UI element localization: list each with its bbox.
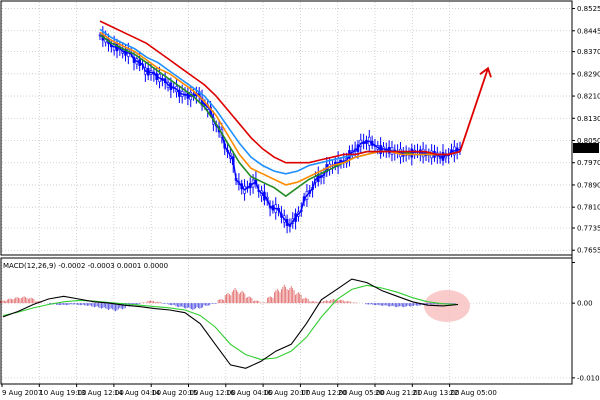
price-tick-label: 0.8130 xyxy=(577,115,600,123)
price-tick-label: 0.8445 xyxy=(577,27,600,35)
price-tick-label: 0.7810 xyxy=(577,204,600,212)
price-tick-label: 0.7735 xyxy=(577,225,600,233)
price-tick-label: 0.8525 xyxy=(577,5,600,13)
forex-chart: 0.8525 0.8445 0.8370 0.8290 0.8210 0.8130 0.80… xyxy=(0,0,600,397)
price-tick-label: 0.8370 xyxy=(577,48,600,56)
price-tick-label: 0.7655 xyxy=(577,247,600,255)
current-price-label: 0.8026 xyxy=(574,145,599,153)
price-tick-label: 0.7970 xyxy=(577,159,600,167)
price-tick-label: 0.7890 xyxy=(577,181,600,189)
macd-tick-label: -0.0109 xyxy=(577,374,600,382)
price-panel: 0.8525 0.8445 0.8370 0.8290 0.8210 0.8130 0.80… xyxy=(0,0,600,256)
price-panel-frame xyxy=(0,0,573,256)
macd-tick-label: 0.00 xyxy=(577,300,593,308)
macd-panel: 0.00 -0.0109 MACD(12,26,9) -0.0002 -0.000… xyxy=(0,257,600,385)
macd-panel-frame xyxy=(0,257,573,385)
time-tick-label: 22 Aug 05:00 xyxy=(450,389,497,397)
macd-title: MACD(12,26,9) -0.0002 -0.0003 0.0001 0.0… xyxy=(3,262,168,270)
macd-y-axis: 0.00 -0.0109 xyxy=(572,262,600,382)
price-tick-label: 0.8210 xyxy=(577,93,600,101)
price-y-axis: 0.8525 0.8445 0.8370 0.8290 0.8210 0.8130 0.80… xyxy=(572,5,600,255)
time-axis: 9 Aug 200710 Aug 19:0013 Aug 12:0014 Aug… xyxy=(1,384,497,397)
current-price-badge: 0.8026 xyxy=(573,143,599,153)
time-tick-label: 9 Aug 2007 xyxy=(2,389,42,397)
price-tick-label: 0.8290 xyxy=(577,70,600,78)
